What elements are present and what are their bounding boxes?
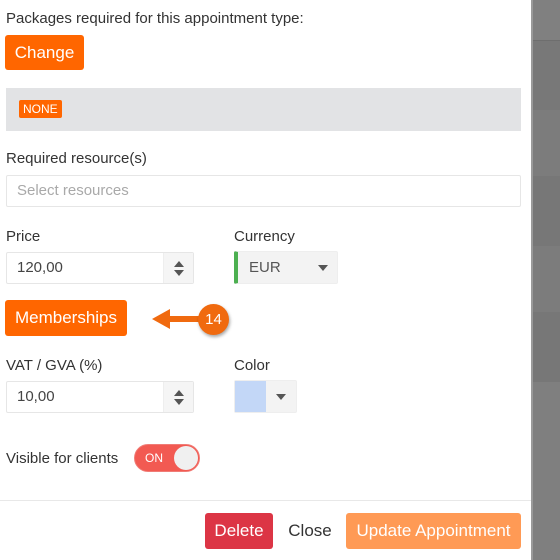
- currency-value: EUR: [249, 259, 281, 276]
- step-number-badge: 14: [198, 304, 229, 335]
- visible-for-clients-label: Visible for clients: [6, 450, 119, 467]
- close-button[interactable]: Close: [284, 513, 336, 549]
- packages-label: Packages required for this appointment t…: [6, 10, 304, 27]
- backdrop-row: [532, 246, 560, 312]
- vat-label: VAT / GVA (%): [6, 357, 103, 374]
- toggle-state: ON: [145, 451, 163, 465]
- backdrop-row: [532, 382, 560, 560]
- price-input[interactable]: 120,00: [6, 252, 194, 284]
- currency-select[interactable]: EUR: [234, 251, 338, 284]
- color-picker[interactable]: [234, 380, 297, 413]
- backdrop-row: [532, 110, 560, 176]
- vat-value: 10,00: [17, 388, 55, 405]
- decrement-icon[interactable]: [173, 398, 184, 405]
- footer-divider: [0, 500, 531, 501]
- edit-appointment-modal: Packages required for this appointment t…: [0, 0, 531, 560]
- vat-input[interactable]: 10,00: [6, 381, 194, 413]
- backdrop-row: [532, 0, 560, 40]
- color-swatch: [235, 381, 266, 412]
- package-badge: NONE: [19, 100, 62, 118]
- resources-label: Required resource(s): [6, 150, 147, 167]
- price-stepper[interactable]: [163, 253, 193, 283]
- chevron-down-icon: [318, 265, 328, 271]
- backdrop-row: [532, 176, 560, 246]
- visible-for-clients-toggle[interactable]: ON: [134, 444, 200, 472]
- memberships-button[interactable]: Memberships: [5, 300, 127, 336]
- chevron-down-icon: [276, 394, 286, 400]
- backdrop-row: [532, 312, 560, 382]
- update-appointment-button[interactable]: Update Appointment: [346, 513, 521, 549]
- currency-label: Currency: [234, 228, 295, 245]
- increment-icon[interactable]: [173, 260, 184, 267]
- increment-icon[interactable]: [173, 389, 184, 396]
- change-packages-button[interactable]: Change: [5, 35, 84, 70]
- vat-stepper[interactable]: [163, 382, 193, 412]
- price-value: 120,00: [17, 259, 63, 276]
- resources-select[interactable]: Select resources: [6, 175, 521, 207]
- tutorial-annotation: 14: [152, 303, 232, 337]
- color-label: Color: [234, 357, 270, 374]
- delete-button[interactable]: Delete: [205, 513, 273, 549]
- decrement-icon[interactable]: [173, 269, 184, 276]
- price-label: Price: [6, 228, 41, 245]
- toggle-knob[interactable]: [174, 446, 198, 470]
- backdrop-row: [532, 40, 560, 110]
- arrow-left-icon: [152, 309, 170, 329]
- page-backdrop: [532, 0, 560, 560]
- selected-packages-box: NONE: [6, 88, 521, 131]
